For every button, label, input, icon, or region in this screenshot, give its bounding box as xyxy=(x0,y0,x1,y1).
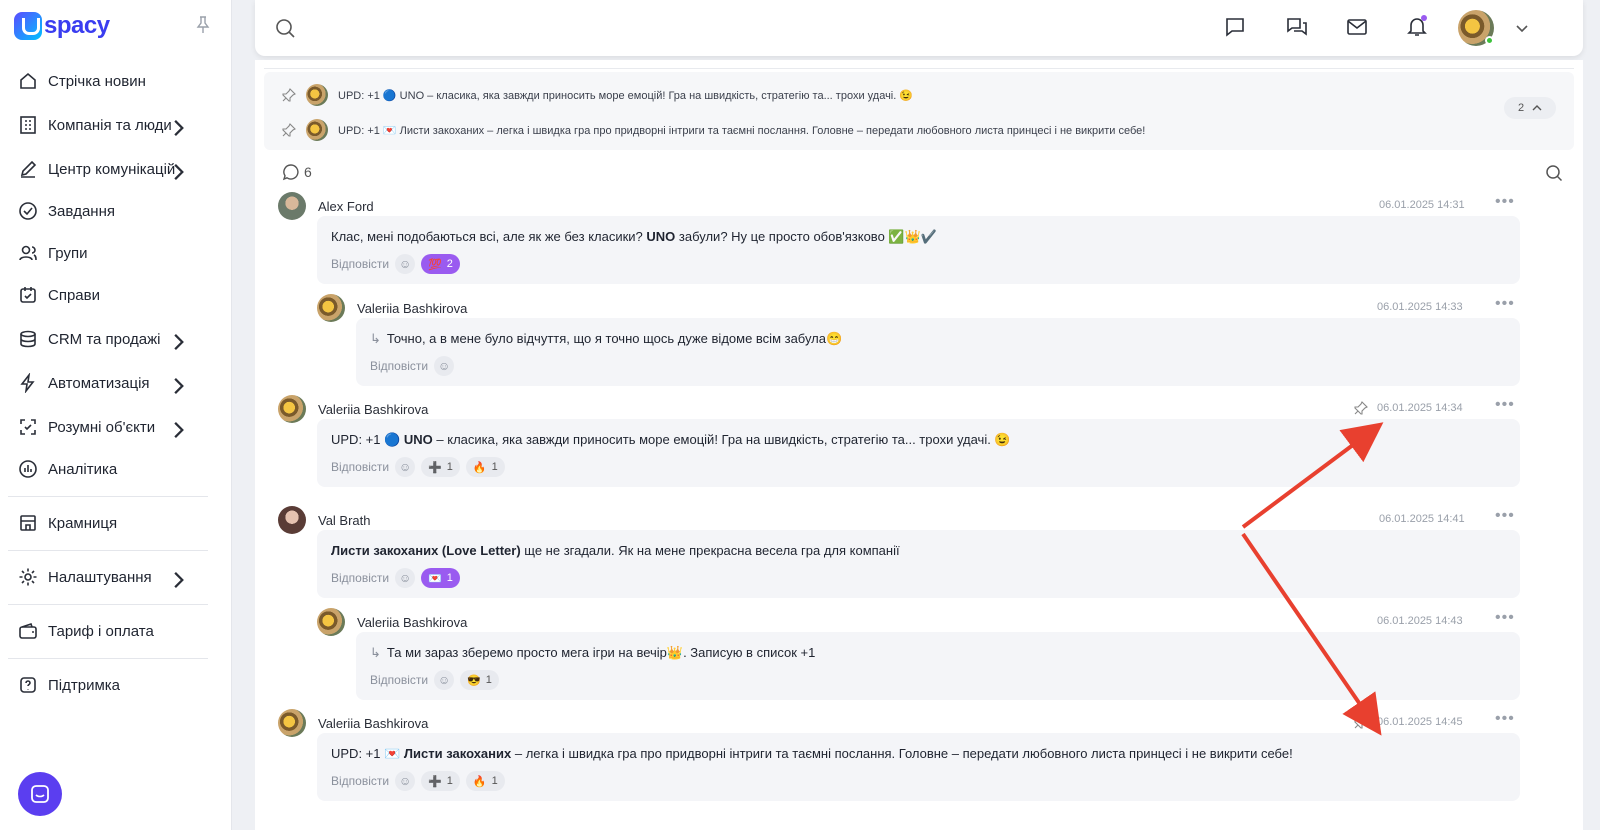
annotation-arrow xyxy=(1241,422,1384,529)
annotation-arrows xyxy=(1241,422,1384,736)
annotation-arrow xyxy=(1241,532,1382,736)
